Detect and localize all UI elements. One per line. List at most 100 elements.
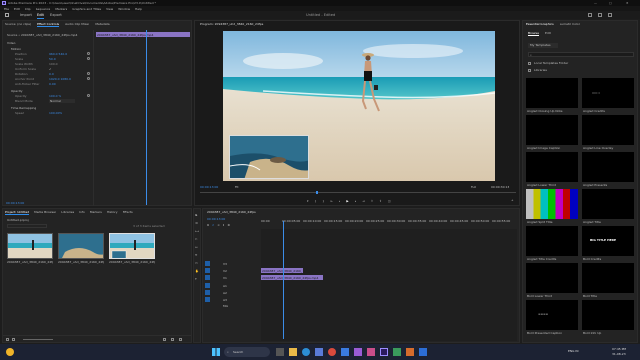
timeline-playhead[interactable]: [283, 221, 284, 339]
minimize-button[interactable]: —: [594, 1, 604, 5]
template-item[interactable]: ═══ ═: [582, 78, 634, 108]
template-item[interactable]: [526, 263, 578, 293]
prop-opacity-value[interactable]: 100.0 %: [49, 94, 61, 98]
ec-timecode[interactable]: 00:00:13:00: [6, 201, 36, 205]
app-icon[interactable]: [419, 348, 427, 356]
timeline-settings-icon[interactable]: ⚙: [227, 223, 230, 227]
selection-tool-icon[interactable]: ➤: [195, 213, 198, 217]
project-item[interactable]: [7, 233, 53, 259]
fx-opacity[interactable]: Opacity: [11, 89, 23, 93]
track-label-a3[interactable]: A3: [223, 298, 233, 302]
clock-date[interactable]: 31-08-23: [612, 352, 638, 356]
button-editor-icon[interactable]: +: [511, 198, 517, 202]
lift-icon[interactable]: ⇧: [371, 199, 374, 203]
track-label-a2[interactable]: A2: [223, 291, 233, 295]
weather-icon[interactable]: [6, 348, 14, 356]
tab-markers[interactable]: Markers: [90, 210, 102, 215]
add-marker-icon[interactable]: ▾: [307, 199, 309, 203]
home-icon[interactable]: [5, 13, 9, 17]
prop-scale-value[interactable]: 50.0: [49, 57, 56, 61]
mark-out-icon[interactable]: }: [322, 199, 324, 203]
menu-markers[interactable]: Markers: [55, 7, 67, 11]
template-item-color-bars[interactable]: [526, 189, 578, 219]
program-playhead[interactable]: [316, 190, 319, 194]
tab-audio-clip-mixer[interactable]: Audio Clip Mixer: [65, 22, 89, 27]
ripple-edit-tool-icon[interactable]: ⟷: [195, 229, 199, 233]
slip-tool-icon[interactable]: ↔: [195, 245, 198, 249]
project-search[interactable]: [7, 224, 47, 228]
store-icon[interactable]: [315, 348, 323, 356]
track-toggle-icon[interactable]: [205, 261, 210, 266]
workspaces-icon[interactable]: [588, 13, 592, 17]
tab-lumetri-color[interactable]: Lumetri Color: [560, 22, 580, 26]
app-icon[interactable]: [354, 348, 362, 356]
template-item[interactable]: [526, 226, 578, 256]
new-item-icon[interactable]: [171, 338, 174, 341]
project-item-sequence[interactable]: [109, 233, 155, 259]
template-item[interactable]: [582, 300, 634, 330]
nest-icon[interactable]: ⧉: [207, 223, 209, 227]
app-icon[interactable]: [406, 348, 414, 356]
linked-selection-icon[interactable]: ∞: [217, 223, 220, 227]
reset-icon[interactable]: [87, 52, 90, 55]
pen-tool-icon[interactable]: ✒: [195, 253, 198, 257]
reset-icon[interactable]: [87, 57, 90, 60]
razor-tool-icon[interactable]: ✂: [195, 237, 198, 241]
share-icon[interactable]: [608, 13, 612, 17]
type-tool-icon[interactable]: T: [195, 277, 197, 281]
trash-icon[interactable]: [179, 338, 182, 341]
play-icon[interactable]: ▶: [346, 199, 348, 203]
time-ruler[interactable]: 00:00 00:00:05:00 00:00:10:00 00:00:15:0…: [261, 219, 517, 227]
zoom-select[interactable]: Fit: [235, 185, 247, 189]
track-toggle-icon[interactable]: [205, 283, 210, 288]
tab-source[interactable]: Source: (no clips): [5, 22, 31, 27]
template-item[interactable]: [582, 152, 634, 182]
program-scrub-bar[interactable]: [200, 190, 516, 194]
quick-export-icon[interactable]: [598, 13, 602, 17]
go-to-out-icon[interactable]: ⇥: [362, 199, 365, 203]
reset-icon[interactable]: [87, 72, 90, 75]
resolution-select[interactable]: Full: [471, 185, 483, 189]
template-item[interactable]: ≡≡≡≡: [526, 300, 578, 330]
program-title[interactable]: Program: 2094387_uhd_3840_2160_24fps: [200, 22, 320, 26]
track-toggle-icon[interactable]: [205, 290, 210, 295]
menu-sequence[interactable]: Sequence: [36, 7, 51, 11]
local-templates-checkbox[interactable]: [528, 62, 531, 65]
template-item[interactable]: [582, 189, 634, 219]
template-item-big-title[interactable]: BIG TITLE HERE: [582, 226, 634, 256]
menu-clip[interactable]: Clip: [25, 7, 31, 11]
track-toggle-icon[interactable]: [205, 297, 210, 302]
clock-time[interactable]: 07:45 PM: [612, 347, 638, 351]
uniform-scale-checkbox[interactable]: ✓: [49, 67, 52, 71]
reset-icon[interactable]: [87, 77, 90, 80]
windows-start-icon[interactable]: [212, 348, 220, 356]
template-item[interactable]: [526, 115, 578, 145]
tab-info[interactable]: Info: [79, 210, 85, 215]
search-field[interactable]: ⌕: [528, 52, 634, 57]
pip-video-overlay[interactable]: [229, 135, 309, 179]
tab-metadata[interactable]: Metadata: [95, 22, 109, 27]
extract-icon[interactable]: ⇪: [379, 199, 382, 203]
sequence-tab[interactable]: 2094387_uhd_3840_2160_24fps: [207, 210, 267, 214]
track-label-v2[interactable]: V2: [223, 269, 233, 273]
prop-scale-width-value[interactable]: 100.0: [49, 62, 58, 66]
add-marker-icon[interactable]: ▾: [223, 223, 225, 227]
tab-libraries[interactable]: Libraries: [61, 210, 74, 215]
mail-icon[interactable]: [341, 348, 349, 356]
fx-motion[interactable]: Motion: [11, 47, 21, 51]
ec-clip-bar[interactable]: 2094387_uhd_3840_2160_24fps.mp4: [96, 32, 190, 37]
menu-graphics[interactable]: Graphics and Titles: [72, 7, 101, 11]
timeline-timecode[interactable]: 00:00:13:00: [207, 217, 237, 221]
new-bin-icon[interactable]: [163, 338, 166, 341]
project-item[interactable]: [58, 233, 104, 259]
menu-file[interactable]: File: [4, 7, 9, 11]
close-button[interactable]: ✕: [626, 1, 636, 5]
step-forward-icon[interactable]: ▸: [355, 199, 357, 203]
workspace-tab-import[interactable]: Import: [20, 13, 34, 17]
edge-icon[interactable]: [302, 348, 310, 356]
maximize-button[interactable]: ▢: [609, 1, 619, 5]
tab-edit[interactable]: Edit: [545, 31, 551, 36]
template-item[interactable]: [526, 78, 578, 108]
track-toggle-icon[interactable]: [205, 268, 210, 273]
track-label-v3[interactable]: V3: [223, 262, 233, 266]
